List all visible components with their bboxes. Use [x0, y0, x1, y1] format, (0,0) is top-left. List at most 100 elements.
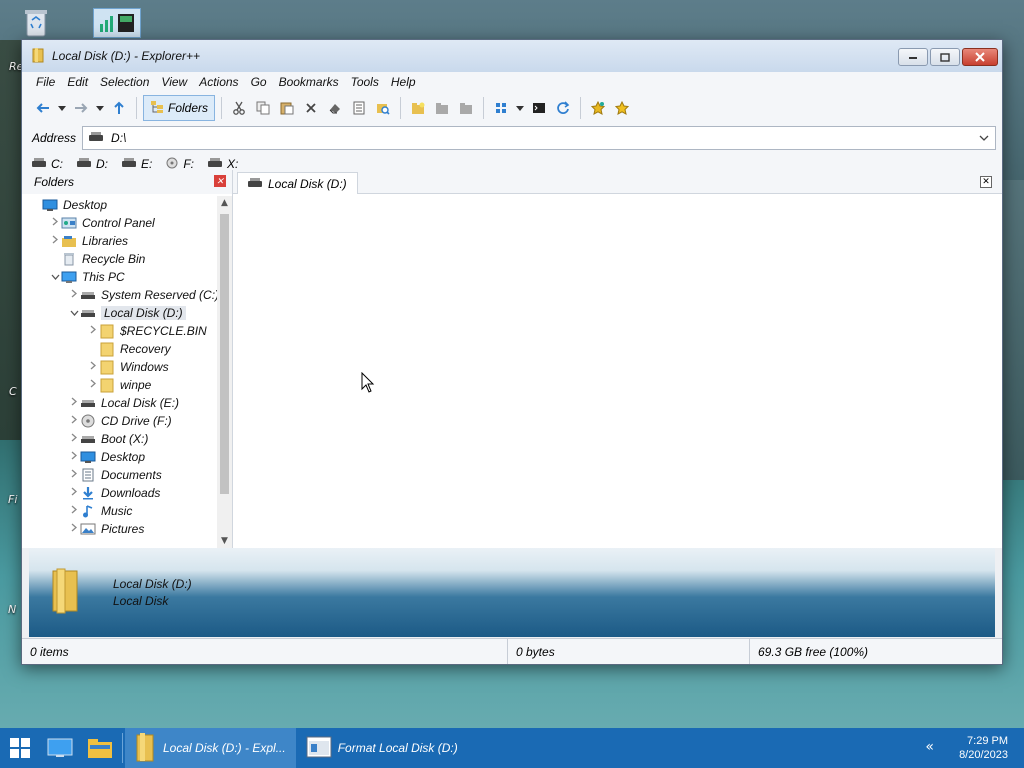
tree-item[interactable]: Local Disk (E:): [30, 394, 230, 412]
menu-selection[interactable]: Selection: [94, 75, 155, 89]
back-dropdown-icon[interactable]: [56, 96, 68, 120]
tree-item[interactable]: CD Drive (F:): [30, 412, 230, 430]
cut-icon[interactable]: [228, 96, 250, 120]
up-icon[interactable]: [108, 96, 130, 120]
tree-item[interactable]: Documents: [30, 466, 230, 484]
content-area: Folders ✕ Desktop Control Panel Libraries R…: [22, 170, 1002, 548]
close-folders-pane-icon[interactable]: ✕: [214, 175, 226, 187]
tree-item[interactable]: Boot (X:): [30, 430, 230, 448]
file-explorer-taskbar-icon[interactable]: [80, 728, 120, 768]
drive-button-x[interactable]: X:: [208, 157, 238, 171]
recycle-bin-icon[interactable]: [14, 4, 58, 40]
menu-view[interactable]: View: [155, 75, 193, 89]
tree-item[interactable]: Libraries: [30, 232, 230, 250]
recycle-bin-icon: [61, 252, 77, 266]
menu-actions[interactable]: Actions: [193, 75, 244, 89]
scroll-up-icon[interactable]: ▲: [217, 196, 232, 210]
drive-button-e[interactable]: E:: [122, 157, 152, 171]
address-input[interactable]: D:\: [82, 126, 996, 150]
desktop-taskbar-icon[interactable]: [40, 728, 80, 768]
tree-item[interactable]: Recycle Bin: [30, 250, 230, 268]
chevron-down-icon[interactable]: [68, 308, 80, 319]
tree-item[interactable]: System Reserved (C:): [30, 286, 230, 304]
tree-item[interactable]: Desktop: [30, 448, 230, 466]
tree-item[interactable]: Music: [30, 502, 230, 520]
taskbar-app-explorer[interactable]: Local Disk (D:) - Expl...: [125, 728, 296, 768]
tree-item[interactable]: winpe: [30, 376, 230, 394]
tree-item[interactable]: Windows: [30, 358, 230, 376]
menu-tools[interactable]: Tools: [345, 75, 385, 89]
properties-icon[interactable]: [348, 96, 370, 120]
toolbar-separator: [400, 97, 402, 119]
tree-item-label: This PC: [82, 270, 125, 284]
tree-item[interactable]: Local Disk (D:): [30, 304, 230, 322]
folders-button[interactable]: Folders: [143, 95, 216, 121]
tree-scrollbar[interactable]: ▲ ▼: [217, 196, 232, 548]
tree-item[interactable]: Downloads: [30, 484, 230, 502]
drive-button-d[interactable]: D:: [77, 157, 108, 171]
bookmark-add-icon[interactable]: [587, 96, 609, 120]
chevron-right-icon[interactable]: [68, 523, 80, 535]
close-tab-icon[interactable]: ✕: [980, 176, 992, 188]
chevron-right-icon[interactable]: [68, 289, 80, 301]
menu-help[interactable]: Help: [385, 75, 422, 89]
drive-button-c[interactable]: C:: [32, 157, 63, 171]
chevron-right-icon[interactable]: [49, 235, 61, 247]
refresh-icon[interactable]: [552, 96, 574, 120]
tab-local-disk-d[interactable]: Local Disk (D:): [237, 172, 358, 194]
tree-item[interactable]: $RECYCLE.BIN: [30, 322, 230, 340]
title-bar[interactable]: Local Disk (D:) - Explorer++: [22, 40, 1002, 72]
start-button[interactable]: [0, 728, 40, 768]
chevron-down-icon[interactable]: [49, 272, 61, 283]
move-to-folder-icon[interactable]: [455, 96, 477, 120]
file-list-pane[interactable]: Local Disk (D:) ✕: [233, 170, 1002, 548]
chevron-right-icon[interactable]: [87, 379, 99, 391]
back-icon[interactable]: [32, 96, 54, 120]
chevron-right-icon[interactable]: [87, 361, 99, 373]
chevron-right-icon[interactable]: [68, 415, 80, 427]
show-hidden-icons-icon[interactable]: «: [925, 739, 934, 755]
tree-item[interactable]: Pictures: [30, 520, 230, 538]
copy-icon[interactable]: [252, 96, 274, 120]
taskbar-clock[interactable]: 7:29 PM 8/20/2023: [959, 734, 1008, 762]
folder-icon: [99, 342, 115, 357]
menu-bookmarks[interactable]: Bookmarks: [273, 75, 345, 89]
chevron-right-icon[interactable]: [68, 397, 80, 409]
copy-to-folder-icon[interactable]: [431, 96, 453, 120]
maximize-button[interactable]: [930, 48, 960, 66]
menu-go[interactable]: Go: [245, 75, 273, 89]
tree-item[interactable]: Recovery: [30, 340, 230, 358]
info-name: Local Disk (D:): [113, 576, 192, 591]
tree-item[interactable]: This PC: [30, 268, 230, 286]
tree-item[interactable]: Desktop: [30, 196, 230, 214]
forward-dropdown-icon[interactable]: [94, 96, 106, 120]
chevron-right-icon[interactable]: [68, 433, 80, 445]
minimize-button[interactable]: [898, 48, 928, 66]
chevron-right-icon[interactable]: [68, 487, 80, 499]
chevron-right-icon[interactable]: [68, 469, 80, 481]
close-button[interactable]: [962, 48, 998, 66]
app-icon[interactable]: [93, 8, 141, 38]
tree-item[interactable]: Control Panel: [30, 214, 230, 232]
views-icon[interactable]: [490, 96, 512, 120]
command-prompt-icon[interactable]: [528, 96, 550, 120]
chevron-right-icon[interactable]: [87, 325, 99, 337]
delete-icon[interactable]: [300, 96, 322, 120]
chevron-right-icon[interactable]: [68, 505, 80, 517]
menu-file[interactable]: File: [30, 75, 61, 89]
bookmarks-icon[interactable]: [611, 96, 633, 120]
chevron-right-icon[interactable]: [68, 451, 80, 463]
scroll-thumb[interactable]: [220, 214, 229, 494]
delete-permanently-icon[interactable]: [324, 96, 346, 120]
chevron-right-icon[interactable]: [49, 217, 61, 229]
search-icon[interactable]: [372, 96, 394, 120]
new-folder-icon[interactable]: [407, 96, 429, 120]
menu-edit[interactable]: Edit: [61, 75, 94, 89]
paste-icon[interactable]: [276, 96, 298, 120]
chevron-down-icon[interactable]: [979, 130, 989, 144]
forward-icon[interactable]: [70, 96, 92, 120]
toolbar-separator: [580, 97, 582, 119]
taskbar-app-format[interactable]: Format Local Disk (D:): [296, 728, 468, 768]
scroll-down-icon[interactable]: ▼: [217, 534, 232, 548]
views-dropdown-icon[interactable]: [514, 96, 526, 120]
